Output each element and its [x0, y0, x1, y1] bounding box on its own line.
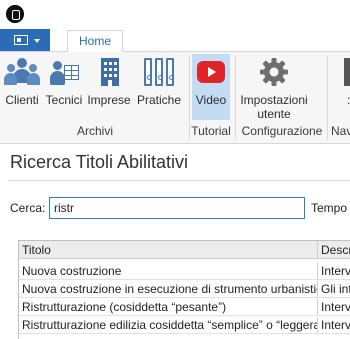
imprese-label: Imprese [87, 93, 131, 107]
impostazioni-utente-button[interactable]: Impostazioni utente [240, 54, 308, 121]
cell-titolo: Nuova costruzione in esecuzione di strum… [19, 281, 318, 297]
next-ribbon-button-partial[interactable]: : [331, 54, 350, 120]
pratiche-button[interactable]: Pratiche [135, 54, 183, 120]
group-label-configurazione: Configurazione [241, 124, 323, 138]
title-bar [0, 0, 350, 28]
cell-descrizione: Gli int [321, 282, 350, 296]
tab-home[interactable]: Home [67, 30, 123, 53]
search-input[interactable] [49, 197, 305, 219]
impostazioni-label-line1: Impostazioni [240, 93, 308, 107]
clienti-button[interactable]: Clienti [2, 54, 42, 120]
cell-titolo: Nuova costruzione [19, 263, 318, 279]
search-label: Cerca: [10, 201, 46, 215]
cell-titolo: Ristrutturazione edilizia cosiddetta “se… [19, 317, 318, 333]
cell-descrizione: Interv [321, 264, 350, 278]
app-logo-icon[interactable] [6, 5, 24, 23]
tecnici-button[interactable]: Tecnici [44, 54, 84, 120]
clienti-label: Clienti [5, 93, 39, 107]
partial-icon [344, 58, 350, 86]
table-row[interactable]: Nuova costruzione in esecuzione di strum… [19, 281, 350, 298]
ribbon: Clienti Tecnici Imprese Pratiche Archivi… [0, 52, 350, 144]
people-table-icon [48, 56, 80, 88]
cell-descrizione: Interv [321, 318, 350, 332]
group-label-tutorial: Tutorial [191, 124, 231, 138]
group-label-archivi: Archivi [76, 124, 113, 138]
tempo-label: Tempo [311, 201, 348, 215]
menu-icon [14, 35, 28, 45]
video-button[interactable]: Video [192, 54, 230, 120]
people-group-icon [4, 56, 40, 88]
table-row[interactable]: Ristrutturazione edilizia cosiddetta “se… [19, 317, 350, 334]
youtube-icon [195, 56, 227, 88]
column-header-descrizione[interactable]: Descr [318, 241, 350, 258]
video-label: Video [195, 93, 227, 107]
group-label-nav-partial: Nav [331, 124, 350, 138]
binders-icon [143, 56, 175, 88]
imprese-button[interactable]: Imprese [86, 54, 132, 120]
impostazioni-label-line2: utente [257, 107, 291, 121]
group-separator [235, 56, 236, 140]
table-header-row: Titolo Descr [19, 241, 350, 259]
gear-icon [258, 56, 290, 88]
results-table: Titolo Descr Nuova costruzione Interv Nu… [18, 240, 350, 339]
chevron-down-icon [34, 39, 40, 43]
group-separator [327, 56, 328, 140]
pratiche-label: Pratiche [136, 93, 182, 107]
impostazioni-label: Impostazioni utente [240, 93, 308, 121]
tecnici-label: Tecnici [45, 93, 83, 107]
title-divider [8, 180, 350, 181]
table-row[interactable]: Ristrutturazione (cosiddetta “pesante”) … [19, 299, 350, 316]
file-menu-button[interactable] [0, 29, 50, 51]
cell-descrizione: Interv [321, 300, 350, 314]
table-row[interactable]: Nuova costruzione Interv [19, 263, 350, 280]
ribbon-tab-row: Home [0, 28, 350, 53]
column-header-titolo[interactable]: Titolo [19, 241, 318, 258]
page-title: Ricerca Titoli Abilitativi [10, 152, 189, 172]
building-icon [93, 56, 125, 88]
cell-titolo: Ristrutturazione (cosiddetta “pesante”) [19, 299, 318, 315]
